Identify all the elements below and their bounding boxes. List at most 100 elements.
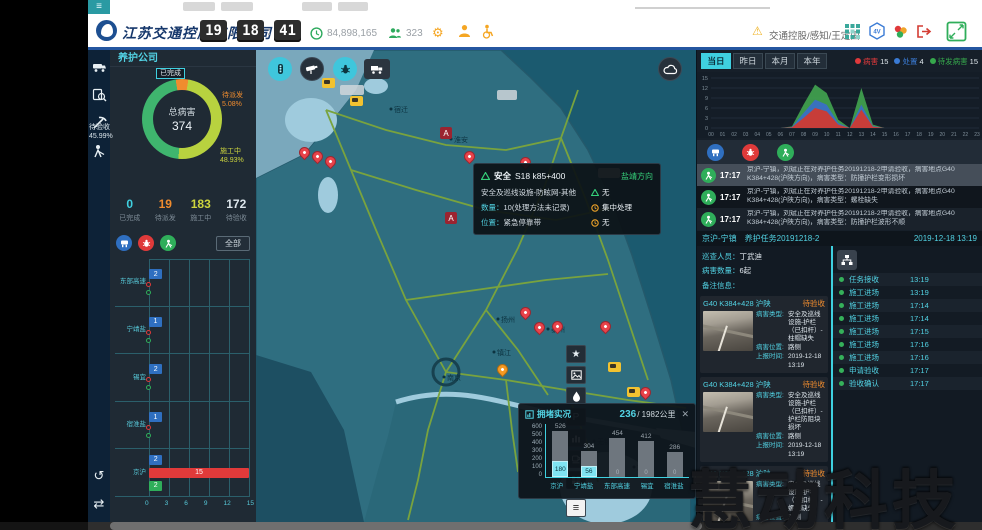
svg-text:15: 15 bbox=[882, 132, 888, 138]
bar-row-宿淮盐: 宿淮盐1 bbox=[115, 402, 250, 450]
traffic-light-button[interactable] bbox=[268, 57, 292, 81]
vehicle-marker[interactable] bbox=[627, 387, 640, 397]
worker-filter-button[interactable] bbox=[777, 144, 794, 161]
hexagon-4v-icon[interactable]: 4V bbox=[868, 22, 886, 45]
tab-当日[interactable]: 当日 bbox=[701, 53, 731, 69]
map-label-box bbox=[497, 90, 517, 100]
accident-badge[interactable]: A bbox=[440, 127, 452, 139]
detail-row: 备注信息： bbox=[702, 279, 826, 293]
timeline-item: 验收确认17:17 bbox=[833, 377, 982, 390]
svg-text:18: 18 bbox=[916, 132, 922, 138]
bug-filter-button[interactable] bbox=[742, 144, 759, 161]
hamburger-menu-button[interactable]: ≡ bbox=[88, 0, 110, 14]
province-map[interactable]: 宿迁淮安盐城扬州泰州镇江南京常州无锡苏州南通 AA ★ bbox=[256, 50, 696, 522]
patrol-search-icon[interactable] bbox=[88, 88, 110, 107]
traffic-flow-stat: 84,898,165 bbox=[310, 27, 377, 40]
accident-badge[interactable]: A bbox=[445, 212, 457, 224]
congestion-bar-宁靖盐: 30456 bbox=[581, 451, 597, 477]
bar-segment: 2 bbox=[149, 481, 162, 491]
map-menu-button[interactable]: ≡ bbox=[566, 499, 586, 517]
scrollbar-thumb[interactable] bbox=[110, 522, 702, 530]
image-layer-button[interactable] bbox=[566, 366, 586, 384]
defect-donut-chart: 总病害 374 bbox=[142, 79, 222, 159]
fullscreen-icon[interactable] bbox=[946, 21, 967, 47]
logout-icon[interactable] bbox=[916, 24, 932, 44]
svg-text:宿迁: 宿迁 bbox=[394, 105, 408, 114]
svg-text:23: 23 bbox=[974, 132, 980, 138]
timeline-item: 申请验收17:17 bbox=[833, 364, 982, 377]
swap-arrows-icon[interactable]: ⇄ bbox=[88, 496, 110, 512]
donut-center-label: 总病害 bbox=[168, 105, 195, 118]
svg-text:09: 09 bbox=[812, 132, 818, 138]
zero-dot bbox=[146, 377, 151, 382]
defect-photo bbox=[703, 311, 753, 351]
svg-text:03: 03 bbox=[743, 132, 749, 138]
bar-row-京沪: 京沪2152 bbox=[115, 449, 250, 497]
truck-layer-toggle[interactable] bbox=[364, 59, 390, 79]
callout-accept: 待验收45.99% bbox=[89, 123, 113, 142]
weather-cloud-button[interactable] bbox=[658, 57, 682, 81]
barrier-filter-button[interactable] bbox=[707, 144, 724, 161]
vehicle-marker[interactable] bbox=[608, 362, 621, 372]
close-icon[interactable]: ✕ bbox=[681, 409, 689, 420]
gear-icon[interactable]: ⚙ bbox=[432, 25, 444, 41]
all-filter-button[interactable]: 全部 bbox=[216, 236, 250, 251]
zero-dot bbox=[146, 433, 151, 438]
timeline-item: 任务接收13:19 bbox=[833, 273, 982, 286]
bug-filter-button[interactable] bbox=[138, 235, 154, 251]
undo-icon[interactable]: ↺ bbox=[88, 468, 110, 484]
svg-text:00: 00 bbox=[708, 132, 714, 138]
congestion-y-axis: 6005004003002001000 bbox=[525, 424, 545, 478]
status-badge: 待验收 bbox=[803, 298, 826, 309]
org-chart-icon[interactable] bbox=[837, 250, 857, 270]
event-item[interactable]: 17:17京沪-宁镇，刘斌正在对养护任务20191218-2申请验收，病害地点G… bbox=[697, 186, 982, 208]
event-item[interactable]: 17:17京沪-宁镇，刘斌正在对养护任务20191218-2申请验收，病害地点G… bbox=[697, 208, 982, 230]
event-item[interactable]: 17:17京沪-宁镇，刘斌正在对养护任务20191218-2申请验收，病害地点G… bbox=[697, 164, 982, 186]
event-list: 17:17京沪-宁镇，刘斌正在对养护任务20191218-2申请验收，病害地点G… bbox=[697, 164, 982, 230]
vendor-watermark: 慧动科技 bbox=[688, 450, 960, 530]
timeline-item: 施工进场17:14 bbox=[833, 299, 982, 312]
header-bar: 江苏交通控股有限公司 19 : 18 : 41 84,898,165 323 ⚙ bbox=[88, 14, 982, 50]
defect-card[interactable]: G40 K384+428 沪陕待验收病害类型:安全及巡线设施-护栏（已扣杆）-护… bbox=[700, 377, 828, 462]
sweeper-truck-icon[interactable] bbox=[88, 60, 110, 78]
grid-apps-icon[interactable] bbox=[845, 24, 860, 44]
divider bbox=[635, 7, 770, 9]
vehicle-marker[interactable] bbox=[322, 78, 335, 88]
tab-昨日[interactable]: 昨日 bbox=[733, 53, 763, 69]
defect-card[interactable]: G40 K384+428 沪陕待验收病害类型:安全及巡线设施-护栏（已扣杆）-柱… bbox=[700, 296, 828, 373]
accessibility-icon[interactable] bbox=[480, 24, 495, 44]
stat-施工中: 183施工中 bbox=[183, 195, 219, 231]
panel-title: 养护公司 bbox=[110, 50, 256, 67]
svg-text:01: 01 bbox=[720, 132, 726, 138]
task-title: 京沪-宁镇 养护任务20191218-2 bbox=[702, 233, 819, 244]
favorite-star-button[interactable]: ★ bbox=[566, 345, 586, 363]
road-worker-icon[interactable] bbox=[88, 144, 110, 164]
congestion-bars: 52618030456454041202860 bbox=[545, 424, 689, 478]
tab-本年[interactable]: 本年 bbox=[797, 53, 827, 69]
tooltip-direction: 盐靖方向 bbox=[621, 171, 653, 182]
barrier-filter-button[interactable] bbox=[116, 235, 132, 251]
app-root: ≡ 江苏交通控股有限公司 19 : 18 : 41 84,898,165 323 bbox=[0, 0, 982, 530]
traffic-flow-value: 84,898,165 bbox=[327, 28, 377, 39]
worker-filter-button[interactable] bbox=[160, 235, 176, 251]
worker-icon bbox=[701, 168, 716, 183]
zero-dot bbox=[146, 385, 151, 390]
bug-events-button[interactable] bbox=[333, 57, 357, 81]
company-logo bbox=[96, 20, 117, 41]
svg-text:07: 07 bbox=[789, 132, 795, 138]
defect-photo bbox=[703, 392, 753, 432]
user-icon[interactable] bbox=[458, 24, 471, 43]
vehicle-marker[interactable] bbox=[350, 96, 363, 106]
svg-text:镇江: 镇江 bbox=[497, 348, 511, 357]
color-dots-icon[interactable] bbox=[893, 24, 908, 44]
right-filter-row bbox=[697, 140, 982, 164]
tab-本月[interactable]: 本月 bbox=[765, 53, 795, 69]
maintenance-stats: 0已完成19待派发183施工中172待验收 bbox=[110, 195, 256, 231]
clock-minutes: 18 bbox=[237, 20, 264, 42]
clock-hours: 19 bbox=[200, 20, 227, 42]
task-timeline: 任务接收13:19施工进场13:19施工进场17:14施工进场17:14施工进场… bbox=[833, 273, 982, 390]
zero-dot bbox=[146, 338, 151, 343]
task-bar[interactable]: 京沪-宁镇 养护任务20191218-2 2019-12-18 13:19 bbox=[697, 231, 982, 246]
cctv-camera-button[interactable] bbox=[300, 57, 324, 81]
zero-dot bbox=[146, 330, 151, 335]
